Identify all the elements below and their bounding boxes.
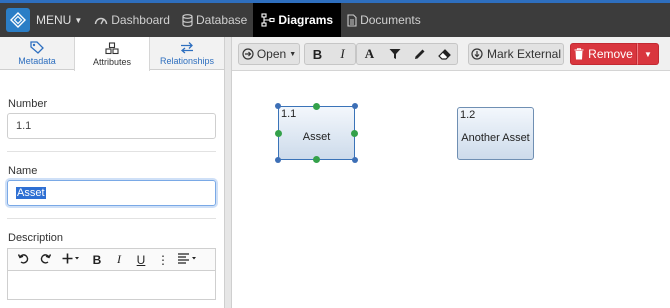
name-field[interactable]: Asset (7, 180, 216, 206)
diagram-toolbar: Open ▼ B I A Mark External Remove ▼ (232, 37, 670, 71)
tab-attributes[interactable]: Attributes (74, 37, 150, 71)
filter-icon[interactable] (382, 44, 407, 64)
nav-dashboard-label: Dashboard (111, 13, 170, 27)
italic-icon[interactable]: I (108, 252, 130, 267)
bold-icon[interactable]: B (305, 44, 330, 64)
bold-icon[interactable]: B (86, 253, 108, 267)
app-logo[interactable] (6, 8, 30, 32)
menu-dropdown[interactable]: MENU ▼ (36, 13, 82, 27)
diagram-icon (261, 13, 275, 27)
nav-diagrams-label: Diagrams (278, 13, 334, 27)
italic-icon[interactable]: I (330, 44, 355, 64)
divider (7, 151, 216, 152)
mark-external-label: Mark External (486, 47, 562, 61)
more-vertical-icon[interactable]: ⋮ (152, 253, 174, 267)
node-number: 1.1 (281, 108, 297, 120)
arrow-circle-down-icon (471, 48, 483, 60)
dashboard-icon (95, 17, 108, 25)
tab-relationships[interactable]: Relationships (150, 37, 224, 69)
name-label: Name (8, 165, 38, 177)
text-style-group: B I (304, 43, 356, 65)
tab-metadata-label: Metadata (18, 55, 56, 66)
navbar: MENU ▼ Dashboard Database Diagrams Docum… (0, 3, 670, 37)
tab-metadata[interactable]: Metadata (0, 37, 74, 69)
database-icon (182, 13, 193, 27)
redo-icon[interactable] (34, 253, 56, 267)
insert-plus-icon[interactable] (56, 253, 86, 267)
connection-handle[interactable] (275, 130, 282, 137)
name-field-selected-text: Asset (16, 187, 46, 199)
resize-handle[interactable] (275, 157, 281, 163)
exchange-icon (180, 41, 193, 53)
undo-icon[interactable] (12, 253, 34, 267)
resize-handle[interactable] (352, 103, 358, 109)
connection-handle[interactable] (313, 103, 320, 110)
diagram-canvas[interactable]: 1.1 Asset 1.2 Another Asset (232, 71, 670, 308)
remove-button[interactable]: Remove (570, 43, 637, 65)
panel-tabs: Metadata Attributes Relationships (0, 37, 224, 71)
mark-external-button[interactable]: Mark External (468, 43, 564, 65)
connection-handle[interactable] (351, 130, 358, 137)
nav-database[interactable]: Database (176, 3, 253, 37)
remove-button-label: Remove (588, 47, 633, 61)
logo-diamond-icon (10, 12, 26, 28)
number-label: Number (8, 98, 48, 110)
trash-icon (574, 48, 584, 60)
nav-dashboard[interactable]: Dashboard (88, 3, 176, 37)
remove-dropdown-toggle[interactable]: ▼ (637, 43, 659, 65)
underline-icon[interactable]: U (130, 253, 152, 267)
format-tools-group: A (356, 43, 458, 65)
diagram-node-another-asset[interactable]: 1.2 Another Asset (457, 107, 534, 160)
caret-down-icon: ▼ (644, 49, 652, 59)
diagram-node-asset[interactable]: 1.1 Asset (275, 103, 358, 163)
nav-documents[interactable]: Documents (341, 3, 427, 37)
arrow-circle-right-icon (242, 48, 254, 60)
node-number: 1.2 (460, 109, 476, 121)
connection-handle[interactable] (313, 156, 320, 163)
tab-attributes-label: Attributes (92, 56, 132, 67)
caret-down-icon: ▼ (74, 15, 83, 25)
font-icon[interactable]: A (357, 44, 382, 64)
node-label: Another Asset (461, 132, 530, 144)
resize-handle[interactable] (352, 157, 358, 163)
nav-database-label: Database (195, 13, 248, 27)
pencil-icon[interactable] (407, 44, 432, 64)
divider (7, 218, 216, 219)
tab-relationships-label: Relationships (159, 55, 215, 66)
caret-down-icon: ▼ (289, 50, 297, 58)
nav-documents-label: Documents (360, 13, 421, 27)
description-editor-toolbar: B I U ⋮ (7, 248, 216, 270)
open-button[interactable]: Open ▼ (238, 43, 300, 65)
description-editor[interactable] (7, 270, 216, 300)
panel-resizer[interactable] (225, 37, 232, 308)
number-field[interactable]: 1.1 (7, 113, 216, 139)
resize-handle[interactable] (275, 103, 281, 109)
menu-label: MENU (36, 13, 72, 27)
eraser-icon[interactable] (432, 44, 457, 64)
node-label: Asset (302, 131, 331, 143)
cubes-icon (105, 41, 119, 54)
description-label: Description (8, 232, 64, 244)
document-icon (347, 13, 357, 27)
open-button-label: Open (256, 47, 287, 61)
nav-diagrams[interactable]: Diagrams (253, 3, 342, 37)
tag-icon (30, 40, 44, 54)
align-icon[interactable] (174, 252, 202, 267)
